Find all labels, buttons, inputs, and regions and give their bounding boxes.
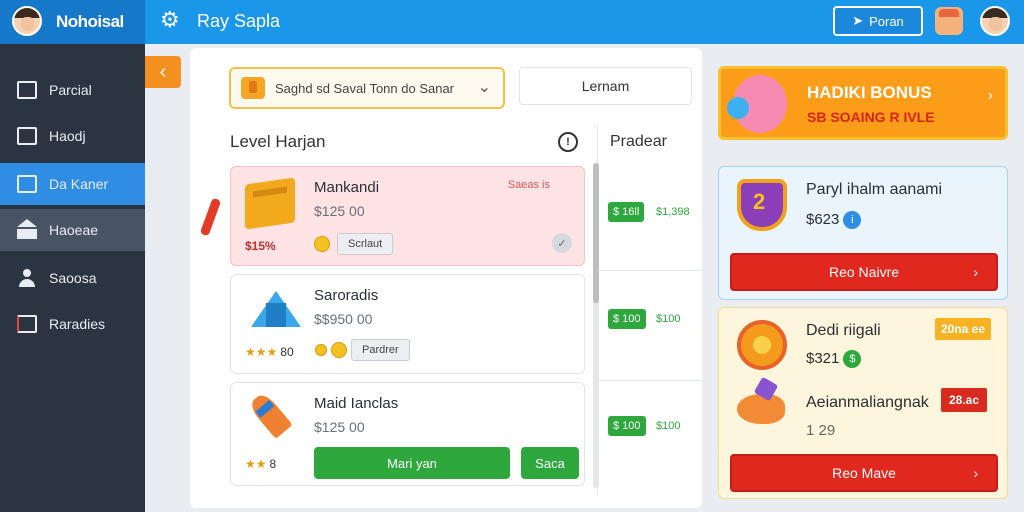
primary-action-button[interactable]: Mari yan xyxy=(314,447,510,479)
item-stat: $15% xyxy=(245,239,276,253)
offer-button-label: Reo Naivre xyxy=(828,264,900,280)
price-chip: $ 16ll xyxy=(608,202,645,222)
item-action-button[interactable]: Scrlaut xyxy=(337,233,394,255)
banner-subtitle: SB SOAING R IVLE xyxy=(807,109,935,125)
offer-title: Dedi riigali xyxy=(806,322,881,339)
bonus-banner[interactable]: HADIKI BONUS SB SOAING R IVLE › xyxy=(718,66,1008,140)
price-chip: $ 100 xyxy=(608,309,646,329)
sun-icon xyxy=(737,320,787,370)
check-icon[interactable]: ✓ xyxy=(552,233,572,253)
level-select[interactable]: Saghd sd Saval Tonn do Sanar ⌄ xyxy=(229,67,505,109)
sidebar-item-parcial[interactable]: Parcial xyxy=(0,69,145,111)
star-rating: ★★ 8 xyxy=(245,457,277,471)
offer-item-title: Aeianmaliangnak xyxy=(806,394,929,411)
chest-icon xyxy=(241,77,265,99)
chevron-right-icon: › xyxy=(987,87,993,104)
secondary-field[interactable]: Lernam xyxy=(519,67,692,105)
sidebar-item-raradies[interactable]: Raradies xyxy=(0,303,145,345)
header-action-button[interactable]: ➤ Poran xyxy=(833,6,923,36)
brand-name: Nohoisal xyxy=(56,12,124,31)
info-icon[interactable]: ! xyxy=(558,132,578,152)
list-item[interactable]: Mankandi $125 00 Saeas is $15% Scrlaut ✓ xyxy=(230,166,585,266)
info-icon: i xyxy=(843,211,862,230)
card-icon xyxy=(17,315,37,333)
rocket-icon xyxy=(247,391,293,439)
offer-item-price: 1 29 xyxy=(806,422,836,439)
price-sub: $100 xyxy=(656,313,681,325)
list-item[interactable]: Maid Ianclas $125 00 ★★ 8 Mari yan Saca xyxy=(230,382,585,486)
row-divider xyxy=(598,380,702,381)
offer-price: $623 xyxy=(806,211,840,228)
sidebar-item-label: Haoeae xyxy=(49,222,99,238)
price-chip: $ 100 xyxy=(608,416,646,436)
section-title: Level Harjan xyxy=(230,132,326,151)
sidebar-item-label: Da Kaner xyxy=(49,176,109,192)
send-icon: ➤ xyxy=(852,13,864,28)
offer-card: Paryl ihalm aanami $623i Reo Naivre › xyxy=(718,166,1008,300)
sidebar-item-haoeae[interactable]: Haoeae xyxy=(0,209,145,251)
sidebar-item-label: Saoosa xyxy=(49,270,97,286)
mascot-icon xyxy=(727,75,787,133)
offer-title: Paryl ihalm aanami xyxy=(806,181,943,198)
shield-icon xyxy=(737,179,787,231)
price-sub: $100 xyxy=(656,420,681,432)
sidebar-item-da-kaner[interactable]: Da Kaner xyxy=(0,163,145,205)
window-icon xyxy=(17,81,37,99)
house-icon xyxy=(17,219,37,239)
character-icon[interactable] xyxy=(935,7,963,35)
item-action-button[interactable]: Pardrer xyxy=(351,339,410,361)
offer-tag: 20na ee xyxy=(935,318,992,340)
offer-price: $321 xyxy=(806,350,840,367)
fish-icon xyxy=(737,394,785,424)
chevron-down-icon: ⌄ xyxy=(477,79,491,96)
item-title: Saroradis xyxy=(314,287,379,304)
list-item[interactable]: Saroradis $$950 00 ★★★ 80 Pardrer xyxy=(230,274,585,374)
dollar-icon: $ xyxy=(843,350,862,369)
coin-icon xyxy=(315,344,327,356)
row-divider xyxy=(598,270,702,271)
offer-item-tag: 28.ac xyxy=(941,388,988,412)
item-price: $125 00 xyxy=(314,419,365,435)
gear-icon[interactable]: ⚙ xyxy=(160,9,182,31)
chest-icon xyxy=(245,177,295,230)
document-icon xyxy=(17,127,37,145)
sidebar-item-label: Haodj xyxy=(49,128,86,144)
person-icon xyxy=(17,269,37,287)
chevron-left-icon[interactable]: ‹ xyxy=(145,56,181,88)
scrollbar[interactable] xyxy=(593,163,599,488)
column-header: Pradear xyxy=(610,133,667,150)
crystal-icon xyxy=(251,291,301,327)
item-title: Mankandi xyxy=(314,179,380,196)
sidebar-item-label: Parcial xyxy=(49,82,92,98)
app-title: Ray Sapla xyxy=(197,11,281,31)
offer-button-label: Reo Mave xyxy=(832,465,896,481)
banner-title: HADIKI BONUS xyxy=(807,83,932,102)
offer-price-row: $623 i xyxy=(806,211,862,230)
header-action-label: Poran xyxy=(869,13,904,29)
item-price: $$950 00 xyxy=(314,311,373,327)
top-bar: Nohoisal ⚙ Ray Sapla ➤ Poran xyxy=(0,0,1024,44)
sidebar-item-label: Raradies xyxy=(49,316,106,332)
star-rating: ★★★ 80 xyxy=(245,345,294,359)
coin-icon xyxy=(331,342,347,358)
offer-buy-button[interactable]: Reo Naivre › xyxy=(730,253,998,291)
item-price: $125 00 xyxy=(314,203,365,219)
chevron-right-icon: › xyxy=(973,465,978,481)
item-title: Maid Ianclas xyxy=(314,395,399,412)
chevron-right-icon: › xyxy=(973,264,978,280)
sidebar-item-saoosa[interactable]: Saoosa xyxy=(0,257,145,299)
coin-icon xyxy=(314,236,330,252)
price-sub: $1,398 xyxy=(656,206,690,218)
sidebar-item-haodj[interactable]: Haodj xyxy=(0,115,145,157)
offer-buy-button[interactable]: Reo Mave › xyxy=(730,454,998,492)
sidebar: Parcial Haodj Da Kaner Haoeae Saoosa Rar… xyxy=(0,44,145,512)
select-value: Saghd sd Saval Tonn do Sanar xyxy=(275,80,455,96)
secondary-action-button[interactable]: Saca xyxy=(521,447,579,479)
user-avatar[interactable] xyxy=(12,6,42,36)
profile-avatar[interactable] xyxy=(980,6,1010,36)
offer-price-row: $321 $ xyxy=(806,350,862,369)
screen-icon xyxy=(17,175,37,193)
item-tag: Saeas is xyxy=(507,179,550,191)
